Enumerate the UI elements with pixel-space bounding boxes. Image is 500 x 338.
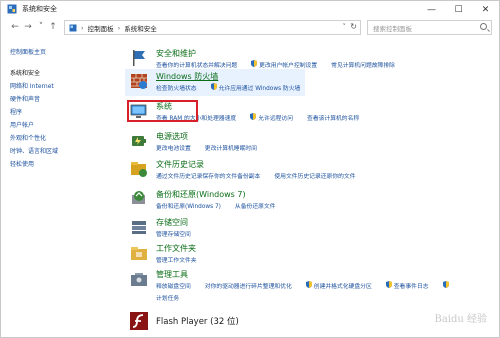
search-icon xyxy=(480,23,487,30)
task-link[interactable]: 从备份还原文件 xyxy=(235,201,276,210)
category-links: 更改电池设置 更改计算机睡眠时间 xyxy=(156,143,271,152)
minimize-button[interactable]: — xyxy=(418,1,445,18)
control-panel-window: 系统和安全 — ☐ ✕ ← → ˅ ↑ › 控制面板 › 系统和安全 ˅ ↻ 搜… xyxy=(0,0,500,338)
close-button[interactable]: ✕ xyxy=(472,1,499,18)
task-link[interactable]: 常见计算机问题故障排除 xyxy=(331,60,395,69)
recent-locations-button[interactable]: ˅ xyxy=(35,21,47,33)
category-links: 备份和还原(Windows 7) 从备份还原文件 xyxy=(156,201,290,210)
flash-icon xyxy=(130,312,148,330)
flag-icon xyxy=(133,50,145,66)
category-links: 检查防火墙状态 允许应用通过 Windows 防火墙 xyxy=(156,83,314,92)
sidebar-item-hardware[interactable]: 硬件和声音 xyxy=(10,94,40,103)
task-link[interactable]: 管理工作文件夹 xyxy=(156,255,197,264)
firewall-icon xyxy=(131,74,147,89)
navigation-bar: ← → ˅ ↑ › 控制面板 › 系统和安全 ˅ ↻ 搜索控制面板 xyxy=(1,18,499,38)
category-heading[interactable]: 备份和还原(Windows 7) xyxy=(156,189,246,200)
file-history-icon xyxy=(131,162,147,177)
admin-tools-icon xyxy=(131,273,147,286)
uac-shield-icon xyxy=(442,281,449,288)
sidebar-item-network[interactable]: 网络和 Internet xyxy=(10,81,54,90)
breadcrumb-separator-icon: › xyxy=(117,23,121,32)
uac-shield-icon xyxy=(385,281,392,288)
category-links: 管理存储空间 xyxy=(156,229,205,238)
breadcrumb-system-security[interactable]: 系统和安全 xyxy=(124,23,157,33)
sidebar-item-appearance[interactable]: 外观和个性化 xyxy=(10,133,46,142)
control-panel-icon xyxy=(7,4,17,14)
category-heading[interactable]: Flash Player (32 位) xyxy=(156,315,239,327)
category-heading[interactable]: 存储空间 xyxy=(156,217,188,228)
sidebar-item-programs[interactable]: 程序 xyxy=(10,107,22,116)
chevron-down-icon[interactable]: ˅ xyxy=(343,23,347,31)
task-link[interactable]: 检查防火墙状态 xyxy=(156,83,197,92)
forward-button[interactable]: → xyxy=(22,21,34,33)
task-link[interactable]: 释放磁盘空间 xyxy=(156,281,191,290)
uac-shield-icon xyxy=(251,60,258,67)
category-links: 管理工作文件夹 xyxy=(156,255,211,264)
uac-shield-icon xyxy=(250,113,257,120)
task-link[interactable]: 允许远程访问 xyxy=(258,113,293,122)
work-folders-icon xyxy=(131,247,147,260)
task-link[interactable]: 对你的驱动器进行碎片整理和优化 xyxy=(205,281,292,290)
task-link[interactable]: 查看你的计算机状态并解决问题 xyxy=(156,60,237,69)
category-heading[interactable]: 电源选项 xyxy=(156,131,188,142)
sidebar-item-ease-of-access[interactable]: 轻松使用 xyxy=(10,159,34,168)
task-link[interactable]: 备份和还原(Windows 7) xyxy=(156,201,221,210)
category-heading[interactable]: Windows 防火墙 xyxy=(156,71,218,82)
task-link[interactable]: 查看该计算机的名称 xyxy=(307,113,359,122)
watermark: Baidu 经验 xyxy=(434,314,487,325)
task-link[interactable]: 查看事件日志 xyxy=(394,281,429,290)
task-link[interactable]: 更改电池设置 xyxy=(156,143,191,152)
refresh-icon[interactable]: ↻ xyxy=(350,22,357,31)
backup-icon xyxy=(132,191,145,204)
category-links: 通过文件历史记录保存你的文件备份副本 使用文件历史记录还原你的文件 xyxy=(156,171,370,180)
category-links: 查看你的计算机状态并解决问题 更改用户帐户控制设置 常见计算机问题故障排除 xyxy=(156,60,409,69)
sidebar-item-system-security: 系统和安全 xyxy=(10,70,41,77)
task-link[interactable]: 允许应用通过 Windows 防火墙 xyxy=(219,83,301,92)
task-link[interactable]: 更改用户帐户控制设置 xyxy=(259,60,317,69)
search-input[interactable]: 搜索控制面板 xyxy=(367,20,492,35)
address-bar[interactable]: › 控制面板 › 系统和安全 ˅ ↻ xyxy=(64,20,361,35)
maximize-button[interactable]: ☐ xyxy=(445,1,472,18)
back-button[interactable]: ← xyxy=(9,21,21,33)
sidebar-item-user-accounts[interactable]: 用户帐户 xyxy=(10,120,34,129)
uac-shield-icon xyxy=(305,281,312,288)
breadcrumb-separator-icon: › xyxy=(81,23,84,32)
sidebar-item-home[interactable]: 控制面板主页 xyxy=(10,47,46,56)
uac-shield-icon xyxy=(210,83,217,90)
window-title: 系统和安全 xyxy=(22,5,57,13)
task-link[interactable]: 计划任务 xyxy=(156,293,179,302)
control-panel-small-icon xyxy=(69,24,77,31)
category-heading[interactable]: 管理工具 xyxy=(156,269,188,280)
task-link[interactable]: 创建并格式化硬盘分区 xyxy=(314,281,372,290)
category-heading[interactable]: 文件历史记录 xyxy=(156,159,204,170)
power-icon xyxy=(132,136,146,146)
task-link[interactable]: 更改计算机睡眠时间 xyxy=(205,143,257,152)
up-button[interactable]: ↑ xyxy=(47,21,59,33)
search-placeholder: 搜索控制面板 xyxy=(373,24,412,33)
highlight-box xyxy=(127,100,198,122)
task-link[interactable]: 通过文件历史记录保存你的文件备份副本 xyxy=(156,171,260,180)
category-heading[interactable]: 工作文件夹 xyxy=(156,243,196,254)
window-controls: — ☐ ✕ xyxy=(418,1,499,18)
task-link[interactable]: 使用文件历史记录还原你的文件 xyxy=(274,171,355,180)
sidebar-item-clock-region[interactable]: 时钟、语言和区域 xyxy=(10,146,58,155)
category-heading[interactable]: 安全和维护 xyxy=(156,48,196,59)
category-links: 释放磁盘空间 对你的驱动器进行碎片整理和优化 创建并格式化硬盘分区 查看事件日志… xyxy=(156,281,486,302)
breadcrumb-control-panel[interactable]: 控制面板 xyxy=(88,23,114,33)
task-link[interactable]: 管理存储空间 xyxy=(156,229,191,238)
title-bar: 系统和安全 — ☐ ✕ xyxy=(1,1,499,18)
storage-icon xyxy=(132,221,146,234)
